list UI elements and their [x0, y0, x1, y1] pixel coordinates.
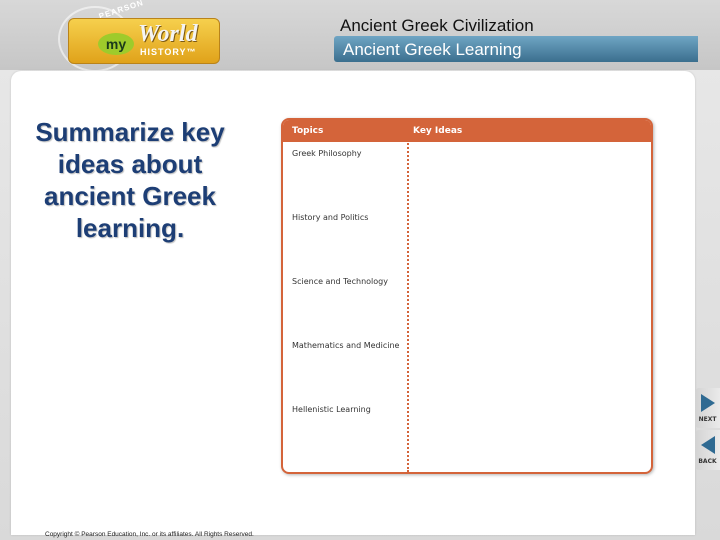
back-button[interactable]: BACK: [695, 430, 720, 470]
next-button[interactable]: NEXT: [695, 388, 720, 428]
topic-mathematics-medicine: Mathematics and Medicine: [292, 341, 400, 350]
organizer-header: [283, 120, 651, 142]
next-label: NEXT: [698, 416, 717, 423]
column-header-topics: Topics: [292, 126, 324, 136]
logo-my: my: [98, 33, 134, 55]
myworld-history-logo: PEARSON my World HISTORY™: [28, 0, 220, 72]
topic-hellenistic-learning: Hellenistic Learning: [292, 405, 371, 414]
topic-greek-philosophy: Greek Philosophy: [292, 149, 362, 158]
column-divider: [407, 120, 409, 472]
back-label: BACK: [698, 458, 717, 465]
copyright-footer: Copyright © Pearson Education, Inc. or i…: [45, 531, 254, 538]
topic-science-technology: Science and Technology: [292, 277, 388, 286]
topic-history-politics: History and Politics: [292, 213, 369, 222]
back-arrow-icon: [701, 436, 715, 454]
logo-history: HISTORY™: [140, 47, 197, 57]
course-title: Ancient Greek Civilization: [340, 16, 534, 35]
lesson-title: Ancient Greek Learning: [343, 40, 522, 59]
logo-world: World: [138, 21, 198, 47]
column-header-key-ideas: Key Ideas: [413, 126, 463, 136]
lesson-title-bar: Ancient Greek Learning: [334, 36, 698, 62]
next-arrow-icon: [701, 394, 715, 412]
prompt-text: Summarize key ideas about ancient Greek …: [35, 117, 225, 243]
graphic-organizer: Topics Key Ideas Greek Philosophy Histor…: [281, 118, 653, 474]
